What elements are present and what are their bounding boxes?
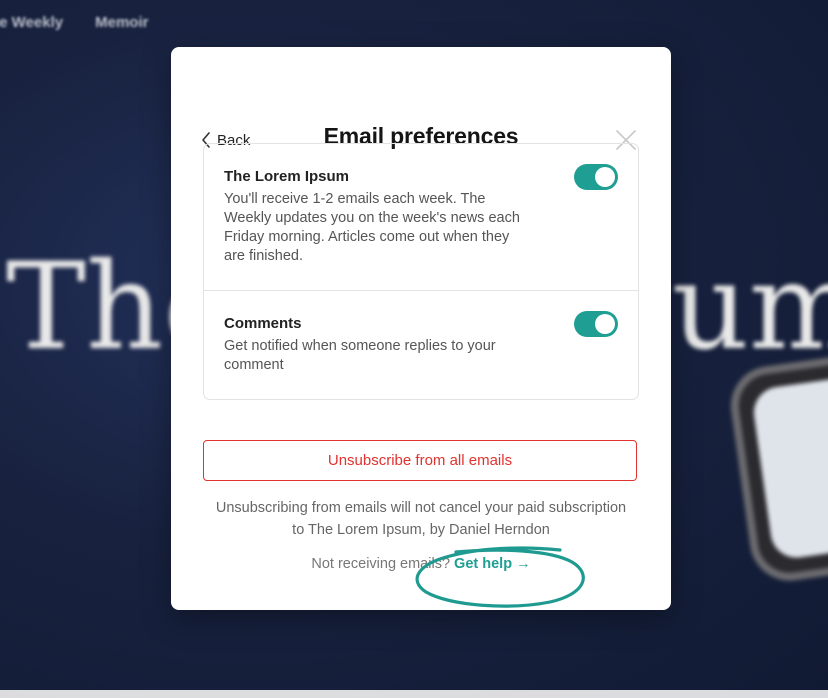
background-watch-screen (750, 375, 828, 561)
background-bottom-strip (0, 690, 828, 698)
email-preferences-modal: Back Email preferences The Lorem Ipsum Y… (171, 47, 671, 610)
preference-item-comments: Comments Get notified when someone repli… (204, 291, 638, 399)
help-line: Not receiving emails? Get help → (171, 556, 671, 572)
preferences-list: The Lorem Ipsum You'll receive 1-2 email… (203, 143, 639, 400)
comments-toggle[interactable] (574, 311, 618, 337)
newsletter-toggle[interactable] (574, 164, 618, 190)
background-nav: he Weekly Memoir (0, 14, 148, 31)
preference-description: You'll receive 1-2 emails each week. The… (224, 191, 520, 264)
background-watch-image (725, 350, 828, 586)
background-nav-item: he Weekly (0, 14, 64, 31)
preference-title: The Lorem Ipsum (224, 168, 350, 185)
unsubscribe-all-button[interactable]: Unsubscribe from all emails (203, 440, 637, 481)
background-nav-item: Memoir (95, 14, 149, 31)
toggle-knob (595, 314, 615, 334)
preference-item-newsletter: The Lorem Ipsum You'll receive 1-2 email… (204, 144, 638, 291)
help-prefix: Not receiving emails? (311, 556, 451, 572)
preference-title: Comments (224, 315, 302, 332)
get-help-link[interactable]: Get help → (454, 556, 531, 572)
toggle-knob (595, 167, 615, 187)
preference-description: Get notified when someone replies to you… (224, 338, 496, 373)
unsubscribe-note: Unsubscribing from emails will not cance… (215, 500, 627, 538)
